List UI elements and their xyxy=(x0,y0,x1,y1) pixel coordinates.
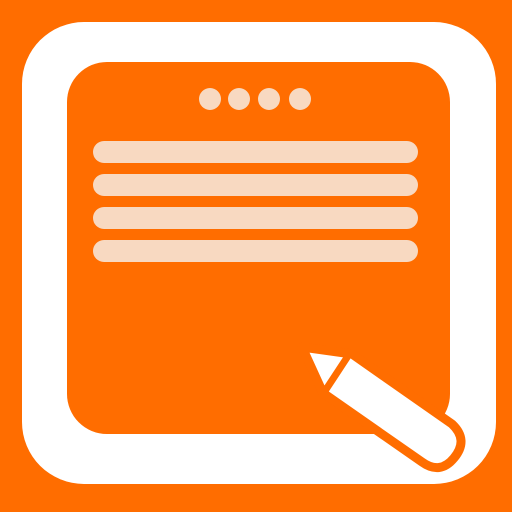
notepad-app-icon xyxy=(0,0,512,512)
binding-dot xyxy=(199,88,221,110)
text-line xyxy=(93,207,418,229)
binding-dot xyxy=(258,88,280,110)
binding-dot xyxy=(228,88,250,110)
text-line xyxy=(93,240,418,262)
text-line xyxy=(93,141,418,163)
app-icon xyxy=(0,0,512,512)
text-line xyxy=(93,174,418,196)
binding-dot xyxy=(289,88,311,110)
